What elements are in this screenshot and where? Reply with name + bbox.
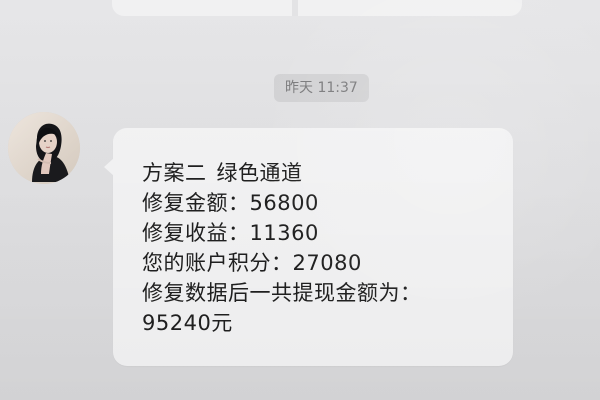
chat-timestamp: 昨天 11:37 [274, 74, 369, 102]
message-line-6: 95240元 [142, 311, 233, 335]
message-line-3: 修复收益：11360 [142, 221, 319, 245]
message-line-4: 您的账户积分：27080 [142, 251, 362, 275]
avatar[interactable] [8, 112, 80, 184]
message-row: 方案二 绿色通道 修复金额：56800 修复收益：11360 您的账户积分：270… [104, 128, 513, 366]
message-line-5: 修复数据后一共提现金额为： [142, 281, 422, 305]
message-bubble[interactable]: 方案二 绿色通道 修复金额：56800 修复收益：11360 您的账户积分：270… [104, 128, 513, 366]
message-content: 方案二 绿色通道 修复金额：56800 修复收益：11360 您的账户积分：270… [142, 158, 422, 338]
message-line-2: 修复金额：56800 [142, 191, 319, 215]
plan-name: 方案二 [142, 161, 207, 185]
message-line-1: 方案二 绿色通道 [142, 158, 422, 188]
channel-name: 绿色通道 [216, 161, 303, 185]
previous-message-bubble [112, 0, 522, 16]
avatar-icon [8, 112, 80, 184]
previous-message-divider [292, 0, 298, 16]
